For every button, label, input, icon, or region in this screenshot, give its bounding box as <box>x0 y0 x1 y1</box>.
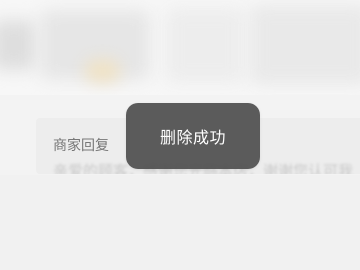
blurred-image <box>165 8 245 83</box>
blurred-image <box>250 5 360 85</box>
toast: 删除成功 <box>126 103 260 169</box>
toast-message: 删除成功 <box>159 128 226 147</box>
blurred-content-bottom <box>0 175 360 270</box>
blurred-image <box>85 60 120 82</box>
merchant-reply-title: 商家回复 <box>53 138 109 154</box>
blurred-content-top <box>0 0 360 95</box>
blurred-image <box>0 20 36 70</box>
